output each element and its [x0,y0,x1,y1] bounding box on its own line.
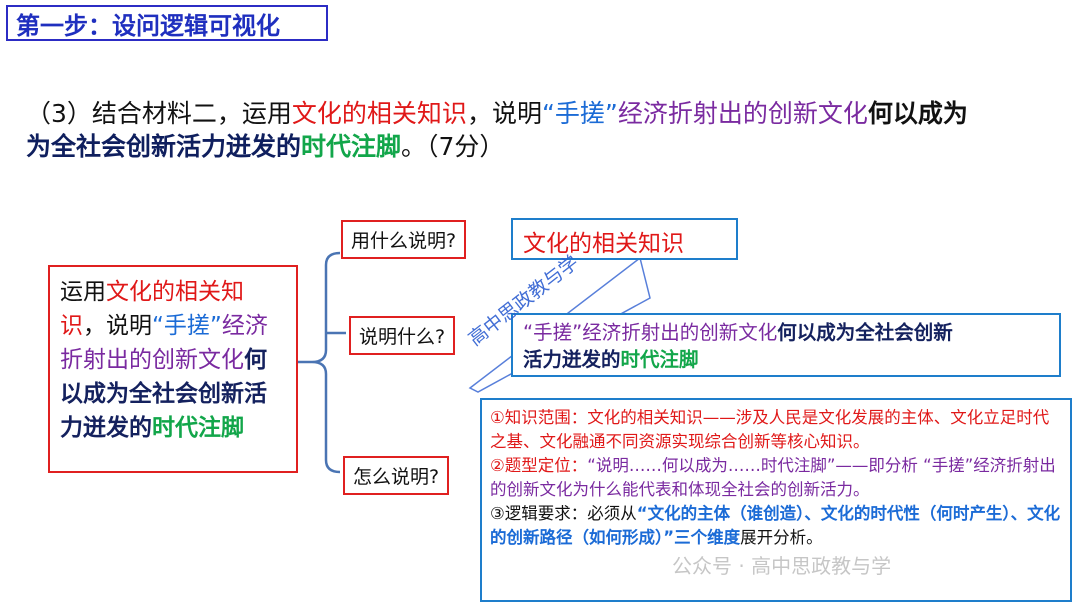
point-logic-requirement: ③逻辑要求：必须从“文化的主体（谁创造）、文化的时代性（何时产生）、文化的创新路… [490,504,1061,547]
label-use-what: 用什么说明? [341,220,467,259]
label-explain-what: 说明什么? [349,316,456,355]
watermark-account: 公众号 · 高中思政教与学 [672,554,892,578]
label-how-explain: 怎么说明? [343,456,450,495]
answer-use-what: 文化的相关知识 [511,218,738,260]
answer-explain-what: “手搓”经济折射出的创新文化何以成为全社会创新 活力迸发的时代注脚 [511,313,1061,377]
point-question-type: ②题型定位：“说明……何以成为……时代注脚”——即分析 “手搓”经济折射出的创新… [490,456,1056,499]
task-summary-box: 运用文化的相关知识，说明“手搓”经济折射出的创新文化何以成为全社会创新活力迸发的… [48,265,298,473]
point-knowledge-scope: ①知识范围：文化的相关知识——涉及人民是文化发展的主体、文化立足时代之基、文化融… [490,408,1050,451]
